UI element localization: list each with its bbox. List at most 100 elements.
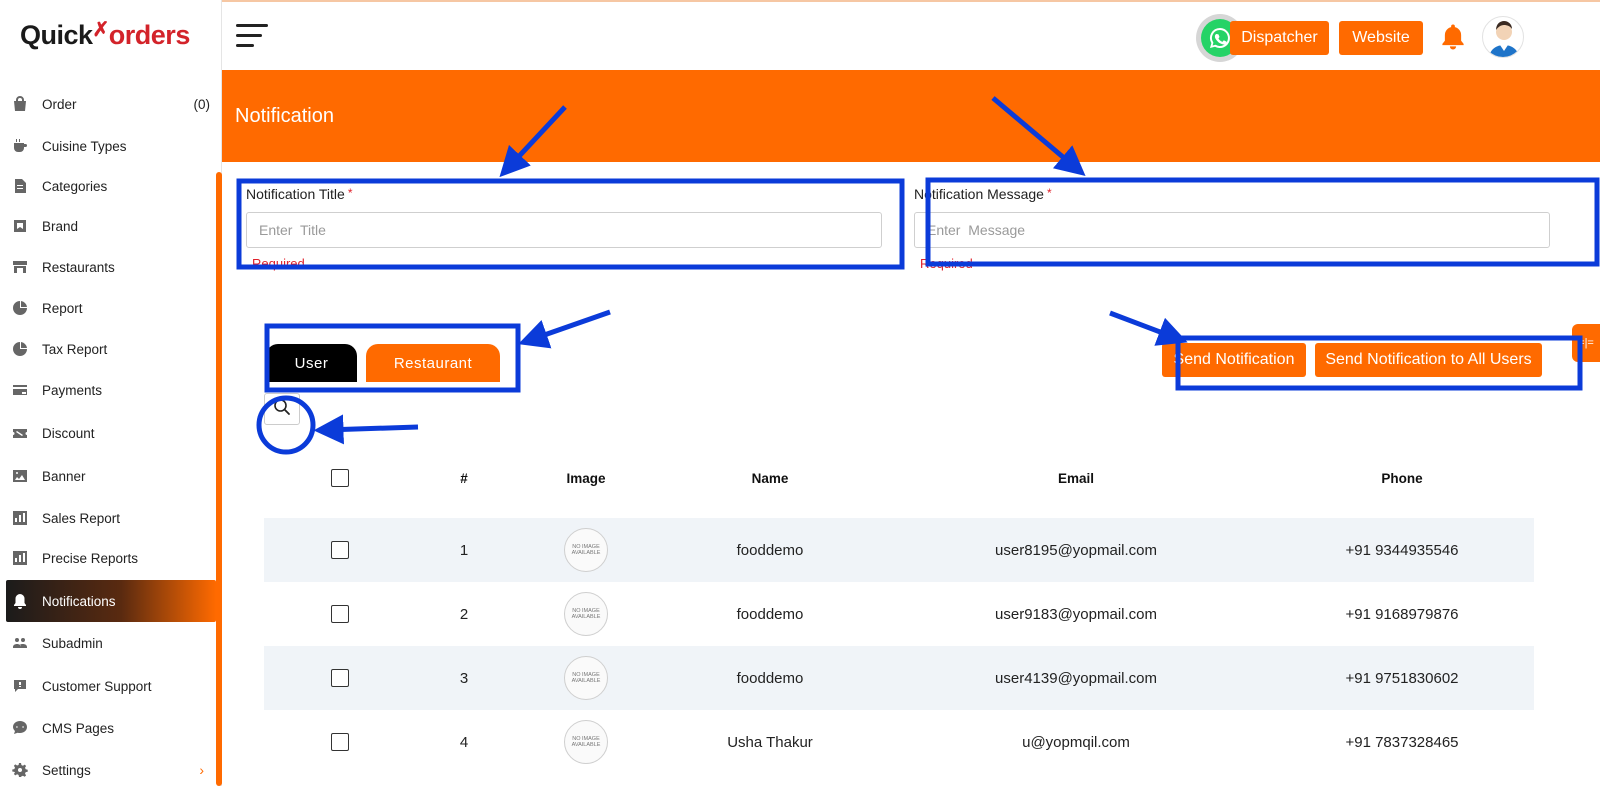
column-header-name[interactable]: Name — [700, 462, 840, 494]
bell-icon — [12, 593, 28, 609]
row-email: user9183@yopmail.com — [995, 605, 1157, 623]
notification-message-input[interactable] — [914, 212, 1550, 248]
row-checkbox[interactable] — [331, 605, 349, 623]
table-row[interactable]: 1 NO IMAGE AVAILABLE fooddemo user8195@y… — [264, 518, 1534, 582]
users-icon — [12, 635, 28, 651]
table-row[interactable]: 2 NO IMAGE AVAILABLE fooddemo user9183@y… — [264, 582, 1534, 646]
sidebar-item-subadmin[interactable]: Subadmin — [6, 625, 216, 661]
sidebar-item-brand[interactable]: Brand — [6, 208, 216, 244]
row-select-cell — [320, 582, 360, 646]
sidebar-item-payments[interactable]: Payments — [6, 372, 216, 408]
sidebar-item-settings[interactable]: Settings › — [6, 752, 216, 786]
select-all-checkbox[interactable] — [331, 469, 349, 487]
sidebar-item-tax-report[interactable]: Tax Report — [6, 331, 216, 367]
document-icon — [12, 178, 28, 194]
sidebar-item-label: Categories — [42, 178, 108, 194]
sidebar-item-sales-report[interactable]: Sales Report — [6, 500, 216, 536]
table-row[interactable]: 3 NO IMAGE AVAILABLE fooddemo user4139@y… — [264, 646, 1534, 710]
row-phone: +91 9168979876 — [1345, 605, 1459, 623]
website-button[interactable]: Website — [1339, 21, 1423, 55]
dispatcher-button[interactable]: Dispatcher — [1230, 21, 1329, 55]
column-header-phone[interactable]: Phone — [1322, 462, 1482, 494]
chart-circle-icon — [12, 300, 28, 316]
tab-restaurant[interactable]: Restaurant — [366, 344, 500, 382]
sidebar-item-label: Customer Support — [42, 678, 152, 694]
sidebar-item-banner[interactable]: Banner — [6, 458, 216, 494]
title-required-error: Required — [252, 256, 305, 271]
send-notification-button[interactable]: Send Notification — [1162, 343, 1306, 377]
sidebar-item-notifications[interactable]: Notifications — [6, 580, 216, 622]
user-avatar[interactable] — [1482, 16, 1524, 58]
sidebar-item-label: Precise Reports — [42, 550, 139, 566]
sidebar-item-label: Sales Report — [42, 510, 121, 526]
store-icon — [12, 259, 28, 275]
sidebar-item-precise-reports[interactable]: Precise Reports — [6, 540, 216, 576]
row-image-cell: NO IMAGE AVAILABLE — [536, 646, 636, 710]
message-required-error: Required — [920, 256, 973, 271]
notification-message-label-text: Notification Message — [914, 186, 1044, 202]
sidebar-item-label: Discount — [42, 425, 95, 441]
search-button[interactable] — [264, 393, 300, 425]
notification-title-label-text: Notification Title — [246, 186, 345, 202]
row-checkbox[interactable] — [331, 541, 349, 559]
row-number: 2 — [459, 605, 469, 623]
notification-bell-icon[interactable] — [1438, 22, 1468, 52]
support-icon — [12, 678, 28, 694]
table-row[interactable]: 4 NO IMAGE AVAILABLE Usha Thakur u@yopmq… — [264, 710, 1534, 774]
required-asterisk: * — [347, 186, 353, 200]
sidebar-item-report[interactable]: Report — [6, 290, 216, 326]
order-count: (0) — [193, 96, 211, 112]
row-checkbox[interactable] — [331, 669, 349, 687]
sidebar-item-label: Notifications — [42, 593, 116, 609]
column-header-image[interactable]: Image — [536, 462, 636, 494]
row-name: fooddemo — [736, 541, 804, 559]
settings-panel-toggle[interactable]: =|= — [1572, 324, 1600, 362]
notification-message-label: Notification Message * — [914, 186, 1052, 202]
chat-icon — [12, 720, 28, 736]
column-header-email[interactable]: Email — [976, 462, 1176, 494]
sidebar-item-cuisine-types[interactable]: Cuisine Types — [6, 128, 216, 164]
tab-user[interactable]: User — [266, 344, 357, 382]
no-image-placeholder: NO IMAGE AVAILABLE — [564, 528, 608, 572]
row-checkbox[interactable] — [331, 733, 349, 751]
sidebar-item-label: Order — [42, 96, 77, 112]
ticket-icon — [12, 425, 28, 441]
send-notification-all-button[interactable]: Send Notification to All Users — [1315, 343, 1542, 377]
sidebar-item-label: Tax Report — [42, 341, 108, 357]
sidebar-item-discount[interactable]: Discount — [6, 415, 216, 451]
sidebar-item-cms-pages[interactable]: CMS Pages — [6, 710, 216, 746]
page-title: Notification — [235, 105, 334, 127]
chart-circle-icon — [12, 341, 28, 357]
bag-icon — [12, 96, 28, 112]
row-name: fooddemo — [736, 605, 804, 623]
sidebar-item-label: Report — [42, 300, 83, 316]
menu-toggle-icon[interactable] — [236, 24, 270, 52]
card-icon — [12, 382, 28, 398]
logo-text-quick: Quick — [20, 20, 93, 50]
sidebar-item-order[interactable]: Order (0) — [6, 86, 216, 122]
row-name: Usha Thakur — [727, 733, 813, 751]
no-image-placeholder: NO IMAGE AVAILABLE — [564, 592, 608, 636]
row-select-cell — [320, 710, 360, 774]
sidebar-item-label: Brand — [42, 218, 79, 234]
row-email: user8195@yopmail.com — [995, 541, 1157, 559]
sidebar-item-label: CMS Pages — [42, 720, 115, 736]
logo-text-orders: orders — [108, 20, 191, 50]
bar-chart-icon — [12, 550, 28, 566]
sidebar-item-categories[interactable]: Categories — [6, 168, 216, 204]
column-header-number[interactable]: # — [434, 462, 494, 494]
row-phone: +91 7837328465 — [1345, 733, 1459, 751]
sidebar-item-label: Settings — [42, 762, 91, 778]
sidebar-item-label: Payments — [42, 382, 103, 398]
brand-logo[interactable]: Quick✗orders — [20, 19, 191, 56]
tag-icon — [12, 218, 28, 234]
chevron-right-icon: › — [199, 762, 204, 778]
sidebar-item-restaurants[interactable]: Restaurants — [6, 249, 216, 285]
sidebar-scroll-rail[interactable] — [216, 172, 222, 786]
sidebar-item-customer-support[interactable]: Customer Support — [6, 668, 216, 704]
row-number: 3 — [459, 669, 469, 687]
image-icon — [12, 468, 28, 484]
notification-title-input[interactable] — [246, 212, 882, 248]
page-banner — [222, 70, 1600, 162]
row-image-cell: NO IMAGE AVAILABLE — [536, 582, 636, 646]
